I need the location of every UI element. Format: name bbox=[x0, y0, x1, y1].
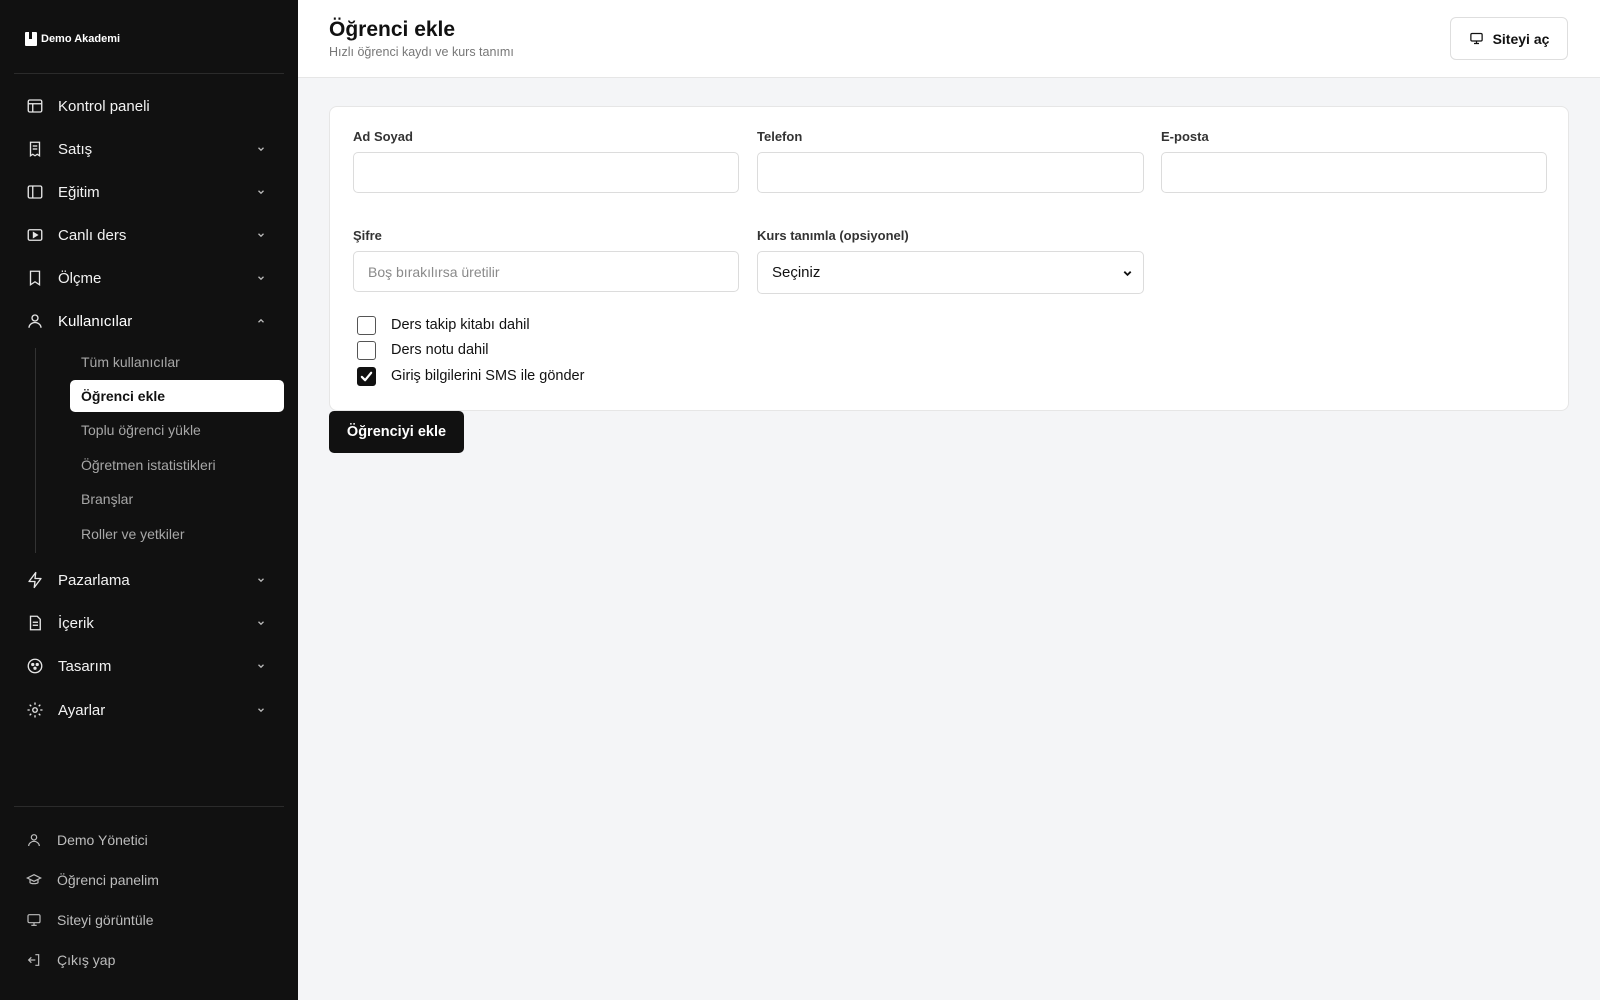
palette-icon bbox=[26, 657, 44, 675]
checkbox-label: Ders notu dahil bbox=[391, 342, 489, 358]
sidebar-item-label: Ölçme bbox=[58, 269, 102, 287]
video-icon bbox=[26, 226, 44, 244]
sidebar-subitem-branslar[interactable]: Branşlar bbox=[70, 483, 284, 515]
sidebar-bottom-demo-yonetici[interactable]: Demo Yönetici bbox=[14, 822, 284, 858]
sidebar-item-label: Eğitim bbox=[58, 183, 100, 201]
page-header: Öğrenci ekle Hızlı öğrenci kaydı ve kurs… bbox=[298, 0, 1600, 78]
chevron-down-icon bbox=[1122, 268, 1133, 279]
phone-label: Telefon bbox=[757, 129, 803, 144]
gear-icon bbox=[26, 701, 44, 719]
open-site-button[interactable]: Siteyi aç bbox=[1450, 17, 1568, 60]
sidebar-item-label: Kontrol paneli bbox=[58, 97, 150, 115]
logout-icon bbox=[26, 952, 42, 968]
course-select[interactable]: Seçiniz bbox=[757, 251, 1144, 294]
document-icon bbox=[26, 614, 44, 632]
bookmark-icon bbox=[26, 269, 44, 287]
brand[interactable]: Demo Akademi bbox=[25, 31, 120, 47]
checkbox-box[interactable] bbox=[357, 315, 376, 335]
course-label: Kurs tanımla (opsiyonel) bbox=[757, 228, 909, 243]
chevron-down-icon bbox=[256, 705, 266, 715]
user-icon bbox=[26, 312, 44, 330]
checkbox-label: Giriş bilgilerini SMS ile gönder bbox=[391, 368, 585, 384]
submenu-rail bbox=[35, 348, 36, 553]
checkbox-box-checked[interactable] bbox=[357, 366, 376, 386]
sidebar-item-label: Pazarlama bbox=[58, 571, 130, 589]
checkbox-study-book[interactable]: Ders takip kitabı dahil bbox=[357, 314, 530, 336]
sidebar-item-tasarim[interactable]: Tasarım bbox=[14, 646, 284, 686]
receipt-icon bbox=[26, 140, 44, 158]
sidebar-bottom-label: Demo Yönetici bbox=[57, 832, 148, 848]
bolt-icon bbox=[26, 571, 44, 589]
user-icon bbox=[26, 832, 42, 848]
sidebar-item-kontrol-paneli[interactable]: Kontrol paneli bbox=[14, 86, 284, 126]
brand-name: Demo Akademi bbox=[41, 33, 121, 45]
checkbox-box[interactable] bbox=[357, 340, 376, 360]
email-label: E-posta bbox=[1161, 129, 1209, 144]
sidebar-divider-top bbox=[14, 73, 284, 74]
page-subtitle: Hızlı öğrenci kaydı ve kurs tanımı bbox=[329, 45, 514, 59]
add-student-button[interactable]: Öğrenciyi ekle bbox=[329, 411, 464, 453]
sidebar-bottom-label: Siteyi görüntüle bbox=[57, 912, 154, 928]
name-label: Ad Soyad bbox=[353, 129, 413, 144]
book-icon bbox=[26, 183, 44, 201]
sidebar-item-label: Tasarım bbox=[58, 657, 112, 675]
sidebar-item-label: Ayarlar bbox=[58, 701, 106, 719]
chevron-down-icon bbox=[256, 187, 266, 197]
sidebar-item-kullanicilar[interactable]: Kullanıcılar bbox=[14, 301, 284, 341]
checkbox-lecture-notes[interactable]: Ders notu dahil bbox=[357, 339, 489, 361]
password-label: Şifre bbox=[353, 228, 382, 243]
email-input[interactable] bbox=[1161, 152, 1547, 193]
chevron-down-icon bbox=[256, 618, 266, 628]
sidebar-item-olcme[interactable]: Ölçme bbox=[14, 258, 284, 298]
sidebar-bottom-ogrenci-panelim[interactable]: Öğrenci panelim bbox=[14, 862, 284, 898]
sidebar-item-ayarlar[interactable]: Ayarlar bbox=[14, 690, 284, 730]
monitor-icon bbox=[1469, 31, 1484, 46]
sidebar-item-label: İçerik bbox=[58, 614, 94, 632]
chevron-down-icon bbox=[256, 575, 266, 585]
chevron-down-icon bbox=[256, 661, 266, 671]
sidebar-item-pazarlama[interactable]: Pazarlama bbox=[14, 560, 284, 600]
checkbox-send-sms[interactable]: Giriş bilgilerini SMS ile gönder bbox=[357, 365, 584, 387]
sidebar-subitem-ogrenci-ekle[interactable]: Öğrenci ekle bbox=[70, 380, 284, 412]
layout-icon bbox=[26, 97, 44, 115]
sidebar-divider-bottom bbox=[14, 806, 284, 807]
sidebar-item-canli-ders[interactable]: Canlı ders bbox=[14, 215, 284, 255]
sidebar-subitem-tum-kullanicilar[interactable]: Tüm kullanıcılar bbox=[70, 346, 284, 378]
sidebar-subitem-ogretmen-istatistikleri[interactable]: Öğretmen istatistikleri bbox=[70, 449, 284, 481]
open-site-label: Siteyi aç bbox=[1492, 30, 1550, 47]
sidebar-subitem-toplu-ogrenci-yukle[interactable]: Toplu öğrenci yükle bbox=[70, 414, 284, 446]
course-select-value: Seçiniz bbox=[772, 264, 821, 281]
sidebar: Demo Akademi Kontrol paneli Satış Eğitim… bbox=[0, 0, 298, 1000]
brand-logo-icon bbox=[25, 32, 37, 46]
sidebar-bottom-label: Çıkış yap bbox=[57, 952, 116, 968]
sidebar-bottom-label: Öğrenci panelim bbox=[57, 872, 159, 888]
monitor-icon bbox=[26, 912, 42, 928]
page-title: Öğrenci ekle bbox=[329, 18, 456, 41]
chevron-down-icon bbox=[256, 273, 266, 283]
sidebar-item-label: Kullanıcılar bbox=[58, 312, 133, 330]
sidebar-item-icerik[interactable]: İçerik bbox=[14, 603, 284, 643]
sidebar-bottom-siteyi-goruntule[interactable]: Siteyi görüntüle bbox=[14, 902, 284, 938]
sidebar-subitem-roller-ve-yetkiler[interactable]: Roller ve yetkiler bbox=[70, 518, 284, 550]
sidebar-item-satis[interactable]: Satış bbox=[14, 129, 284, 169]
password-input[interactable] bbox=[353, 251, 739, 292]
sidebar-item-label: Canlı ders bbox=[58, 226, 127, 244]
checkbox-label: Ders takip kitabı dahil bbox=[391, 317, 530, 333]
chevron-down-icon bbox=[256, 144, 266, 154]
student-form-card: Ad Soyad Telefon E-posta Şifre Kurs tanı… bbox=[329, 106, 1569, 411]
name-input[interactable] bbox=[353, 152, 739, 193]
sidebar-bottom-cikis-yap[interactable]: Çıkış yap bbox=[14, 942, 284, 978]
phone-input[interactable] bbox=[757, 152, 1144, 193]
sidebar-item-label: Satış bbox=[58, 140, 93, 158]
graduation-cap-icon bbox=[26, 872, 42, 888]
sidebar-item-egitim[interactable]: Eğitim bbox=[14, 172, 284, 212]
chevron-up-icon bbox=[256, 316, 266, 326]
chevron-down-icon bbox=[256, 230, 266, 240]
checkmark-icon bbox=[360, 371, 373, 381]
